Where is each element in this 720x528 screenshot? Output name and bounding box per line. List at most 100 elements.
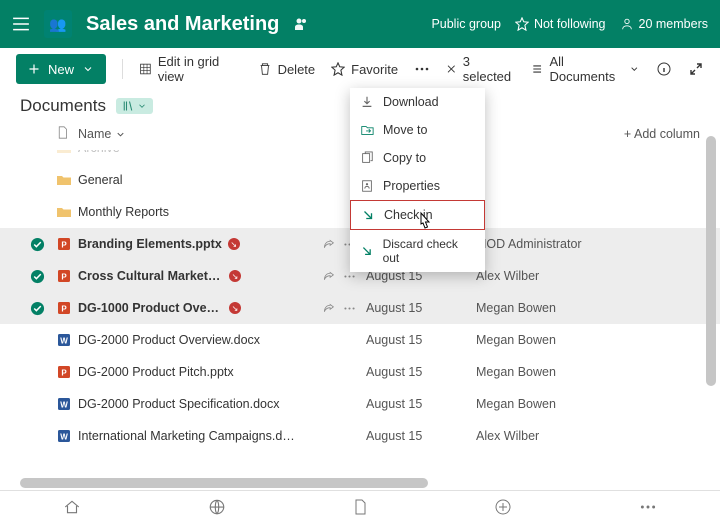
site-logo-icon[interactable]: 👥	[44, 10, 72, 38]
item-modified-by: Megan Bowen	[476, 333, 700, 347]
item-modified: August 15	[366, 397, 476, 411]
site-header: 👥 Sales and Marketing Public group Not f…	[0, 0, 720, 48]
selection-check-icon[interactable]	[30, 269, 56, 284]
item-name: Branding Elements.pptx	[78, 237, 222, 251]
item-modified-by: Megan Bowen	[476, 397, 700, 411]
not-following-label: Not following	[534, 17, 606, 31]
context-move-label: Move to	[383, 123, 427, 137]
site-title: Sales and Marketing	[86, 13, 279, 36]
powerpoint-icon	[56, 364, 78, 380]
checked-out-icon: ↘	[228, 238, 240, 250]
list-item[interactable]: DG-1000 Product Overview.p... ↘ August 15…	[0, 292, 720, 324]
footer-doc-icon[interactable]	[352, 499, 368, 520]
teams-icon[interactable]	[293, 16, 309, 32]
favorite-label: Favorite	[351, 62, 398, 77]
selection-check-icon[interactable]	[30, 237, 56, 252]
context-discard-label: Discard check out	[383, 237, 475, 265]
item-modified: August 15	[366, 365, 476, 379]
footer-more-icon[interactable]	[639, 498, 657, 521]
context-copy-label: Copy to	[383, 151, 426, 165]
expand-button[interactable]	[688, 61, 704, 77]
clear-selection-button[interactable]: 3 selected	[446, 54, 515, 84]
new-button[interactable]: New	[16, 54, 106, 84]
checked-out-icon: ↘	[229, 270, 241, 282]
view-pill-button[interactable]	[116, 98, 153, 114]
info-button[interactable]	[656, 61, 672, 77]
edit-in-grid-button[interactable]: Edit in grid view	[139, 54, 242, 84]
context-download-item[interactable]: Download	[350, 88, 485, 116]
row-more-icon[interactable]	[343, 302, 356, 315]
context-menu: Download Move to Copy to Properties Chec…	[350, 88, 485, 272]
item-modified-by: Alex Wilber	[476, 429, 700, 443]
vertical-scrollbar[interactable]	[706, 54, 716, 482]
view-selector-button[interactable]: All Documents	[531, 54, 640, 84]
page-title: Documents	[20, 96, 106, 116]
share-icon[interactable]	[322, 270, 335, 283]
list-item[interactable]: International Marketing Campaigns.docx A…	[0, 420, 720, 452]
chevron-down-icon	[629, 63, 640, 75]
more-actions-button[interactable]	[414, 61, 430, 77]
word-icon	[56, 396, 78, 412]
new-button-label: New	[48, 62, 74, 77]
share-icon[interactable]	[322, 302, 335, 315]
item-modified-by: Alex Wilber	[476, 269, 700, 283]
item-modified-by: MOD Administrator	[476, 237, 700, 251]
context-move-item[interactable]: Move to	[350, 116, 485, 144]
name-column-header[interactable]: Name	[78, 127, 308, 141]
add-column-label: Add column	[634, 127, 700, 141]
item-name: International Marketing Campaigns.docx	[78, 429, 298, 443]
context-properties-label: Properties	[383, 179, 440, 193]
hamburger-icon[interactable]	[12, 15, 30, 33]
footer-nav	[0, 490, 720, 528]
item-name: DG-2000 Product Specification.docx	[78, 397, 280, 411]
powerpoint-icon	[56, 236, 78, 252]
context-download-label: Download	[383, 95, 439, 109]
chevron-down-icon	[82, 63, 94, 75]
item-modified-by: Megan Bowen	[476, 301, 700, 315]
word-icon	[56, 428, 78, 444]
edit-in-grid-label: Edit in grid view	[158, 54, 242, 84]
item-name: General	[78, 173, 122, 187]
powerpoint-icon	[56, 268, 78, 284]
selection-check-icon[interactable]	[30, 301, 56, 316]
horizontal-scrollbar[interactable]	[20, 478, 700, 488]
cursor-pointer-icon	[415, 211, 435, 233]
item-name: Monthly Reports	[78, 205, 169, 219]
name-column-label: Name	[78, 127, 111, 141]
item-modified-by: Megan Bowen	[476, 365, 700, 379]
folder-icon	[56, 172, 78, 188]
footer-add-icon[interactable]	[494, 498, 512, 521]
selected-count-label: 3 selected	[463, 54, 515, 84]
item-name: Archive	[78, 150, 120, 155]
item-modified: August 15	[366, 333, 476, 347]
delete-label: Delete	[278, 62, 316, 77]
list-item[interactable]: DG-2000 Product Specification.docx Augus…	[0, 388, 720, 420]
context-discard-item[interactable]: Discard check out	[350, 230, 485, 272]
share-icon[interactable]	[322, 238, 335, 251]
footer-home-icon[interactable]	[63, 498, 81, 521]
file-type-column-icon[interactable]	[56, 126, 78, 142]
add-column-button[interactable]: + Add column	[624, 127, 700, 141]
item-modified: August 15	[366, 301, 476, 315]
view-name-label: All Documents	[550, 54, 624, 84]
context-properties-item[interactable]: Properties	[350, 172, 485, 200]
item-modified: August 15	[366, 429, 476, 443]
item-name: Cross Cultural Marketing Ca...	[78, 269, 223, 283]
item-name: DG-1000 Product Overview.p...	[78, 301, 223, 315]
context-copy-item[interactable]: Copy to	[350, 144, 485, 172]
word-icon	[56, 332, 78, 348]
follow-button[interactable]: Not following	[515, 17, 606, 31]
list-item[interactable]: DG-2000 Product Overview.docx August 15 …	[0, 324, 720, 356]
command-bar: New Edit in grid view Delete Favorite 3 …	[0, 48, 720, 90]
footer-globe-icon[interactable]	[208, 498, 226, 521]
favorite-button[interactable]: Favorite	[331, 62, 398, 77]
checked-out-icon: ↘	[229, 302, 241, 314]
item-name: DG-2000 Product Pitch.pptx	[78, 365, 234, 379]
members-count-label: 20 members	[639, 17, 708, 31]
delete-button[interactable]: Delete	[258, 62, 316, 77]
members-button[interactable]: 20 members	[620, 17, 708, 31]
public-group-label: Public group	[431, 17, 501, 31]
folder-icon	[56, 204, 78, 220]
list-item[interactable]: DG-2000 Product Pitch.pptx August 15 Meg…	[0, 356, 720, 388]
item-name: DG-2000 Product Overview.docx	[78, 333, 260, 347]
